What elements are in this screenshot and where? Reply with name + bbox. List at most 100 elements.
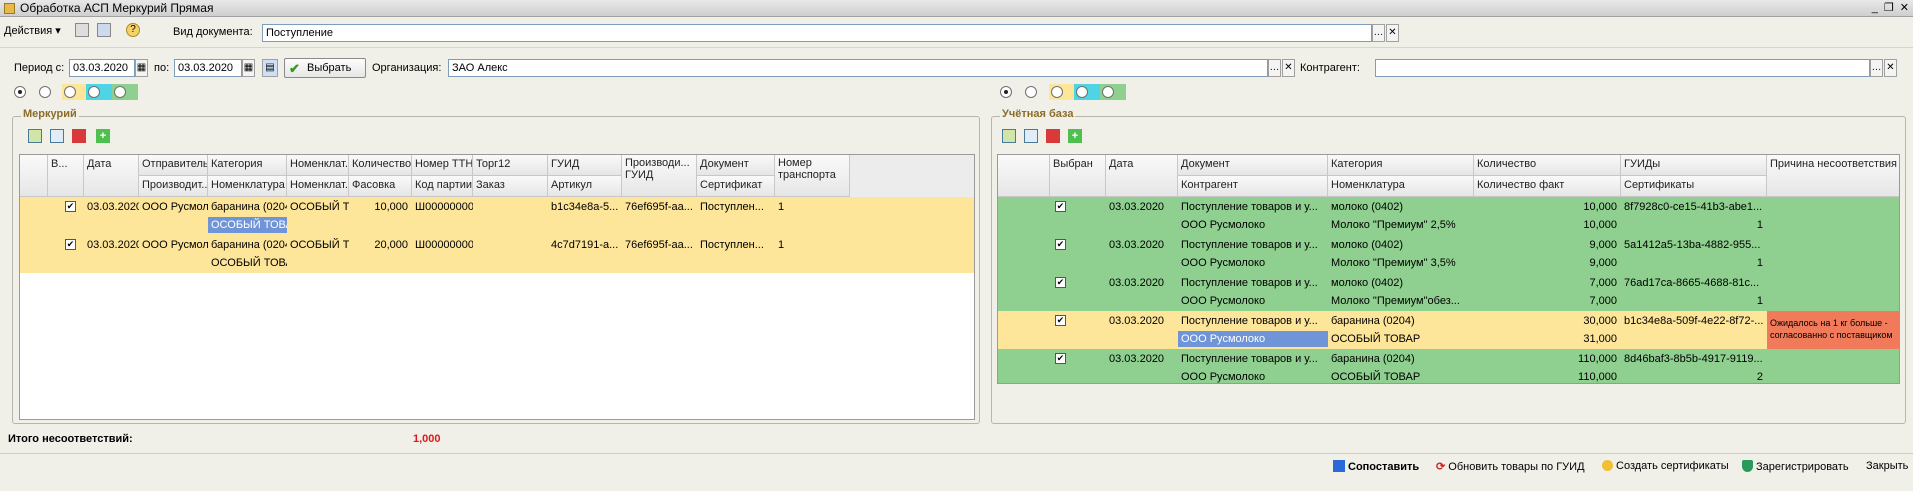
- accounting-filter-green-radio[interactable]: [1102, 86, 1114, 98]
- calendar-to-icon[interactable]: ▦: [242, 59, 255, 77]
- accounting-filter-cyan-radio[interactable]: [1076, 86, 1088, 98]
- accounting-cell-nomen[interactable]: ОСОБЫЙ ТОВАР: [1328, 331, 1474, 347]
- accounting-cell-guid[interactable]: 76ad17ca-8665-4688-81c...: [1621, 275, 1767, 291]
- acc-copy-rows-icon[interactable]: [1024, 129, 1038, 143]
- org-input[interactable]: ЗАО Алекс: [448, 59, 1268, 77]
- accounting-cell-nomen[interactable]: Молоко "Премиум" 3,5%: [1328, 255, 1474, 271]
- mercury-cell-nomen[interactable]: ОСОБЫЙ Т...: [287, 237, 349, 253]
- mercury-cell-doc[interactable]: Поступлен...: [697, 237, 775, 253]
- accounting-cell-reason[interactable]: Ожидалось на 1 кг больше - согласованно …: [1767, 311, 1899, 349]
- create-certificates-button[interactable]: Создать сертификаты: [1602, 460, 1729, 472]
- mercury-filter-none-radio[interactable]: [39, 86, 51, 98]
- row-checkbox[interactable]: ✔: [65, 239, 76, 250]
- mercury-cell-qty[interactable]: 10,000: [349, 199, 412, 215]
- mercury-cell-sender[interactable]: ООО Русмол...: [139, 199, 208, 215]
- accounting-cell-certs[interactable]: 1: [1621, 293, 1767, 309]
- mercury-cell-guid[interactable]: 4c7d7191-a...: [548, 237, 622, 253]
- accounting-cell-qty[interactable]: 9,000: [1474, 237, 1621, 253]
- delete-row-icon[interactable]: [72, 129, 86, 143]
- doc-type-clear-button[interactable]: ✕: [1386, 24, 1399, 42]
- mercury-filter-cyan-radio[interactable]: [88, 86, 100, 98]
- mercury-cell-date[interactable]: 03.03.2020: [84, 237, 139, 253]
- accounting-cell-counterparty[interactable]: ООО Русмолоко: [1178, 217, 1328, 233]
- accounting-row-checkbox[interactable]: ✔: [1055, 277, 1066, 288]
- calendar-from-icon[interactable]: ▦: [135, 59, 148, 77]
- mercury-cell-pguid[interactable]: 76ef695f-aa...: [622, 237, 697, 253]
- acc-add-row-icon[interactable]: +: [1068, 129, 1082, 143]
- accounting-cell-qty_fact[interactable]: 7,000: [1474, 293, 1621, 309]
- accounting-cell-doc[interactable]: Поступление товаров и у...: [1178, 313, 1328, 329]
- accounting-cell-qty[interactable]: 110,000: [1474, 351, 1621, 367]
- accounting-cell-date[interactable]: 03.03.2020: [1106, 237, 1178, 253]
- accounting-cell-date[interactable]: 03.03.2020: [1106, 351, 1178, 367]
- accounting-cell-category[interactable]: молоко (0402): [1328, 237, 1474, 253]
- copy-icon[interactable]: [75, 23, 89, 37]
- accounting-cell-guid[interactable]: 5a1412a5-13ba-4882-955...: [1621, 237, 1767, 253]
- accounting-cell-certs[interactable]: 1: [1621, 217, 1767, 233]
- accounting-cell-doc[interactable]: Поступление товаров и у...: [1178, 199, 1328, 215]
- mercury-cell-guid[interactable]: b1c34e8a-5...: [548, 199, 622, 215]
- mercury-filter-all-radio[interactable]: [14, 86, 26, 98]
- accounting-cell-counterparty[interactable]: ООО Русмолоко: [1178, 369, 1328, 383]
- accounting-row-checkbox[interactable]: ✔: [1055, 201, 1066, 212]
- help-icon[interactable]: ?: [126, 23, 140, 37]
- close-window-button[interactable]: ✕: [1900, 1, 1909, 15]
- acc-check-all-icon[interactable]: [1002, 129, 1016, 143]
- counterparty-select-button[interactable]: …: [1870, 59, 1883, 77]
- mercury-cell-transport[interactable]: 1: [775, 199, 850, 215]
- counterparty-input[interactable]: [1375, 59, 1870, 77]
- period-select-icon[interactable]: ▤: [262, 59, 278, 77]
- accounting-cell-certs[interactable]: 2: [1621, 369, 1767, 383]
- mercury-cell-torg[interactable]: [473, 237, 548, 253]
- mercury-cell-transport[interactable]: 1: [775, 237, 850, 253]
- register-button[interactable]: Зарегистрировать: [1742, 460, 1849, 473]
- accounting-row-checkbox[interactable]: ✔: [1055, 353, 1066, 364]
- accounting-cell-counterparty[interactable]: ООО Русмолоко: [1178, 331, 1328, 347]
- copy-rows-icon[interactable]: [50, 129, 64, 143]
- org-clear-button[interactable]: ✕: [1282, 59, 1295, 77]
- accounting-filter-none-radio[interactable]: [1025, 86, 1037, 98]
- refresh-by-guid-button[interactable]: ⟳ Обновить товары по ГУИД: [1436, 460, 1585, 473]
- accounting-cell-counterparty[interactable]: ООО Русмолоко: [1178, 255, 1328, 271]
- mercury-cell-ttn[interactable]: Ш00000000...: [412, 199, 473, 215]
- mercury-cell-pguid[interactable]: 76ef695f-aa...: [622, 199, 697, 215]
- accounting-cell-nomen[interactable]: Молоко "Премиум" 2,5%: [1328, 217, 1474, 233]
- mercury-filter-green-radio[interactable]: [114, 86, 126, 98]
- accounting-cell-category[interactable]: молоко (0402): [1328, 275, 1474, 291]
- accounting-cell-certs[interactable]: 1: [1621, 255, 1767, 271]
- accounting-cell-doc[interactable]: Поступление товаров и у...: [1178, 275, 1328, 291]
- actions-menu[interactable]: Действия ▾: [4, 24, 61, 37]
- mercury-cell-doc[interactable]: Поступлен...: [697, 199, 775, 215]
- accounting-cell-certs[interactable]: [1621, 331, 1767, 347]
- counterparty-clear-button[interactable]: ✕: [1884, 59, 1897, 77]
- accounting-cell-guid[interactable]: b1c34e8a-509f-4e22-8f72-...: [1621, 313, 1767, 329]
- mercury-cell-qty[interactable]: 20,000: [349, 237, 412, 253]
- row-checkbox[interactable]: ✔: [65, 201, 76, 212]
- accounting-row-checkbox[interactable]: ✔: [1055, 239, 1066, 250]
- add-row-icon[interactable]: +: [96, 129, 110, 143]
- mercury-cell-nomenclature[interactable]: ОСОБЫЙ ТОВАР: [208, 255, 287, 271]
- accounting-cell-counterparty[interactable]: ООО Русмолоко: [1178, 293, 1328, 309]
- accounting-cell-qty_fact[interactable]: 110,000: [1474, 369, 1621, 383]
- settings-icon[interactable]: [97, 23, 111, 37]
- select-button[interactable]: ✔ Выбрать: [284, 58, 366, 78]
- accounting-cell-category[interactable]: баранина (0204): [1328, 313, 1474, 329]
- restore-button[interactable]: ❐: [1884, 1, 1894, 15]
- org-select-button[interactable]: …: [1268, 59, 1281, 77]
- mercury-cell-ttn[interactable]: Ш00000000...: [412, 237, 473, 253]
- accounting-filter-all-radio[interactable]: [1000, 86, 1012, 98]
- mercury-cell-nomenclature[interactable]: ОСОБЫЙ ТОВАР: [208, 217, 287, 233]
- accounting-cell-guid[interactable]: 8d46baf3-8b5b-4917-9119...: [1621, 351, 1767, 367]
- accounting-cell-date[interactable]: 03.03.2020: [1106, 313, 1178, 329]
- accounting-cell-guid[interactable]: 8f7928c0-ce15-41b3-abe1...: [1621, 199, 1767, 215]
- accounting-cell-qty[interactable]: 10,000: [1474, 199, 1621, 215]
- accounting-cell-qty_fact[interactable]: 9,000: [1474, 255, 1621, 271]
- accounting-cell-doc[interactable]: Поступление товаров и у...: [1178, 351, 1328, 367]
- doc-type-select-button[interactable]: …: [1372, 24, 1385, 42]
- accounting-cell-doc[interactable]: Поступление товаров и у...: [1178, 237, 1328, 253]
- mercury-cell-nomen[interactable]: ОСОБЫЙ Т...: [287, 199, 349, 215]
- accounting-filter-yellow-radio[interactable]: [1051, 86, 1063, 98]
- accounting-cell-date[interactable]: 03.03.2020: [1106, 275, 1178, 291]
- mercury-cell-category[interactable]: баранина (0204): [208, 237, 287, 253]
- accounting-cell-qty_fact[interactable]: 31,000: [1474, 331, 1621, 347]
